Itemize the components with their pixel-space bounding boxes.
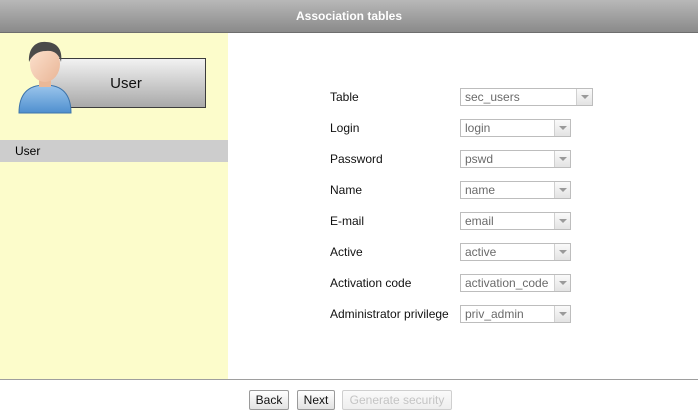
user-avatar-icon	[16, 37, 74, 115]
form-row-admin-privilege: Administrator privilege priv_admin	[330, 304, 571, 324]
main-panel: Table sec_users Login login Password psw…	[228, 33, 698, 380]
activation-code-select[interactable]: activation_code	[460, 274, 571, 292]
password-select[interactable]: pswd	[460, 150, 571, 168]
form-row-name: Name name	[330, 180, 571, 200]
password-select-value: pswd	[465, 152, 494, 166]
admin-privilege-select[interactable]: priv_admin	[460, 305, 571, 323]
form-row-table: Table sec_users	[330, 87, 593, 107]
activation-code-label: Activation code	[330, 276, 412, 290]
table-label: Table	[330, 90, 359, 104]
active-select[interactable]: active	[460, 243, 571, 261]
table-select[interactable]: sec_users	[460, 88, 593, 106]
form-row-active: Active active	[330, 242, 571, 262]
chevron-down-icon[interactable]	[554, 120, 570, 136]
window-title-bar: Association tables	[0, 0, 698, 33]
login-select-value: login	[465, 121, 491, 135]
form-row-login: Login login	[330, 118, 571, 138]
admin-privilege-label: Administrator privilege	[330, 307, 449, 321]
email-select[interactable]: email	[460, 212, 571, 230]
chevron-down-icon[interactable]	[554, 182, 570, 198]
user-box-label: User	[110, 74, 142, 92]
active-label: Active	[330, 245, 363, 259]
password-label: Password	[330, 152, 383, 166]
sidebar: User User	[0, 33, 228, 380]
chevron-down-icon[interactable]	[554, 306, 570, 322]
name-label: Name	[330, 183, 363, 197]
form-row-password: Password pswd	[330, 149, 571, 169]
admin-privilege-select-value: priv_admin	[465, 307, 524, 321]
email-select-value: email	[465, 214, 494, 228]
login-select[interactable]: login	[460, 119, 571, 137]
sidebar-item-label: User	[15, 144, 41, 158]
footer-divider	[0, 379, 698, 380]
back-button[interactable]: Back	[249, 390, 289, 410]
name-select[interactable]: name	[460, 181, 571, 199]
form-row-activation-code: Activation code activation_code	[330, 273, 571, 293]
email-label: E-mail	[330, 214, 365, 228]
chevron-down-icon[interactable]	[554, 244, 570, 260]
chevron-down-icon[interactable]	[554, 275, 570, 291]
activation-code-select-value: activation_code	[465, 276, 549, 290]
chevron-down-icon[interactable]	[554, 151, 570, 167]
table-select-value: sec_users	[465, 90, 520, 104]
generate-security-button[interactable]: Generate security	[342, 390, 452, 410]
chevron-down-icon[interactable]	[576, 89, 592, 105]
name-select-value: name	[465, 183, 496, 197]
active-select-value: active	[465, 245, 497, 259]
sidebar-item-user[interactable]: User	[0, 140, 228, 162]
form-row-email: E-mail email	[330, 211, 571, 231]
next-button[interactable]: Next	[297, 390, 335, 410]
chevron-down-icon[interactable]	[554, 213, 570, 229]
login-label: Login	[330, 121, 360, 135]
page-title: Association tables	[295, 9, 403, 23]
